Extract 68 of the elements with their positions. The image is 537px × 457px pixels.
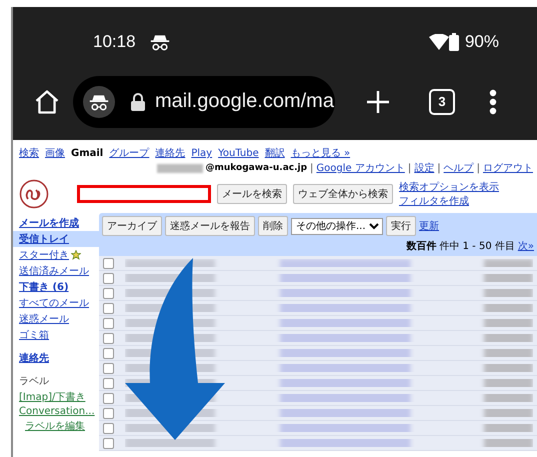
separator: | [437, 162, 441, 174]
url-text: mail.google.com/ma [155, 90, 334, 113]
more-actions-dropdown[interactable]: その他の操作... [291, 218, 383, 234]
current-app-label: Gmail [71, 148, 104, 159]
message-checkbox[interactable] [103, 288, 114, 298]
nav-link[interactable]: 連絡先 [155, 146, 186, 160]
toolbar-button[interactable]: 削除 [258, 216, 288, 236]
folder-link[interactable]: 受信トレイ [13, 231, 99, 247]
toolbar-button[interactable]: アーカイブ [102, 216, 162, 236]
search-option-link[interactable]: 検索オプションを表示 [399, 180, 499, 194]
message-checkbox[interactable] [103, 422, 114, 434]
nav-link[interactable]: もっと見る » [290, 146, 350, 160]
wifi-icon [428, 34, 449, 50]
account-link[interactable]: 設定 [414, 161, 434, 175]
message-checkbox[interactable] [103, 302, 114, 314]
plus-icon[interactable] [367, 90, 389, 112]
account-link[interactable]: Google アカウント [316, 161, 405, 175]
next-page-link[interactable]: 次» [518, 239, 534, 253]
message-checkbox[interactable] [103, 272, 114, 284]
battery-percentage: 90% [464, 32, 499, 52]
message-checkbox[interactable] [103, 332, 114, 344]
compose-link[interactable]: メールを作成 [13, 215, 99, 231]
message-range: 件中 1 - 50 件目 [439, 240, 515, 253]
search-option-link[interactable]: フィルタを作成 [399, 194, 499, 208]
nav-link[interactable]: 検索 [19, 146, 39, 160]
toolbar-button[interactable]: 迷惑メールを報告 [165, 216, 255, 236]
redacted-block [156, 164, 203, 172]
menu-icon[interactable] [489, 88, 497, 114]
home-icon[interactable] [33, 88, 61, 116]
message-checkbox[interactable] [103, 258, 114, 268]
edit-labels-link[interactable]: ラベルを編集 [13, 418, 99, 434]
clock-time: 10:18 [93, 32, 136, 52]
contacts-link[interactable]: 連絡先 [13, 350, 99, 366]
search-button[interactable]: ウェブ全体から検索 [293, 184, 393, 204]
message-checkbox[interactable] [103, 362, 114, 374]
labels-heading: ラベル [18, 375, 50, 389]
nav-link[interactable]: Play [191, 148, 212, 159]
account-link[interactable]: ヘルプ [444, 161, 474, 175]
separator: | [476, 162, 480, 174]
message-checkbox[interactable] [103, 318, 114, 328]
folder-link[interactable]: 送信済みメール [13, 263, 99, 279]
search-button[interactable]: メールを検索 [217, 184, 287, 204]
logo-emblem-icon [19, 179, 49, 209]
account-link[interactable]: ログアウト [483, 161, 533, 175]
message-checkbox[interactable] [103, 348, 114, 358]
incognito-icon [89, 92, 109, 110]
nav-link[interactable]: 画像 [45, 146, 65, 160]
account-email: @mukogawa-u.ac.jp [206, 163, 308, 173]
separator: | [408, 162, 412, 174]
separator: | [310, 162, 314, 174]
message-checkbox[interactable] [103, 408, 114, 418]
nav-link[interactable]: 翻訳 [264, 146, 285, 160]
tab-count-button[interactable]: 3 [429, 88, 455, 114]
address-bar[interactable]: mail.google.com/ma [73, 76, 335, 128]
battery-icon [448, 33, 459, 51]
folder-link[interactable]: ゴミ箱 [13, 327, 99, 343]
lock-icon [131, 92, 145, 110]
nav-link[interactable]: グループ [109, 146, 150, 160]
message-checkbox[interactable] [103, 392, 114, 404]
message-count-total: 数百件 [406, 240, 436, 253]
search-field[interactable] [77, 185, 211, 203]
nav-link[interactable]: YouTube [218, 148, 259, 159]
refresh-link[interactable]: 更新 [419, 219, 439, 233]
label-link[interactable]: Conversation... [13, 405, 99, 418]
message-checkbox[interactable] [103, 378, 114, 388]
message-checkbox[interactable] [103, 438, 114, 448]
run-button[interactable]: 実行 [386, 216, 416, 236]
label-link[interactable]: [Imap]/下書き [13, 389, 99, 405]
